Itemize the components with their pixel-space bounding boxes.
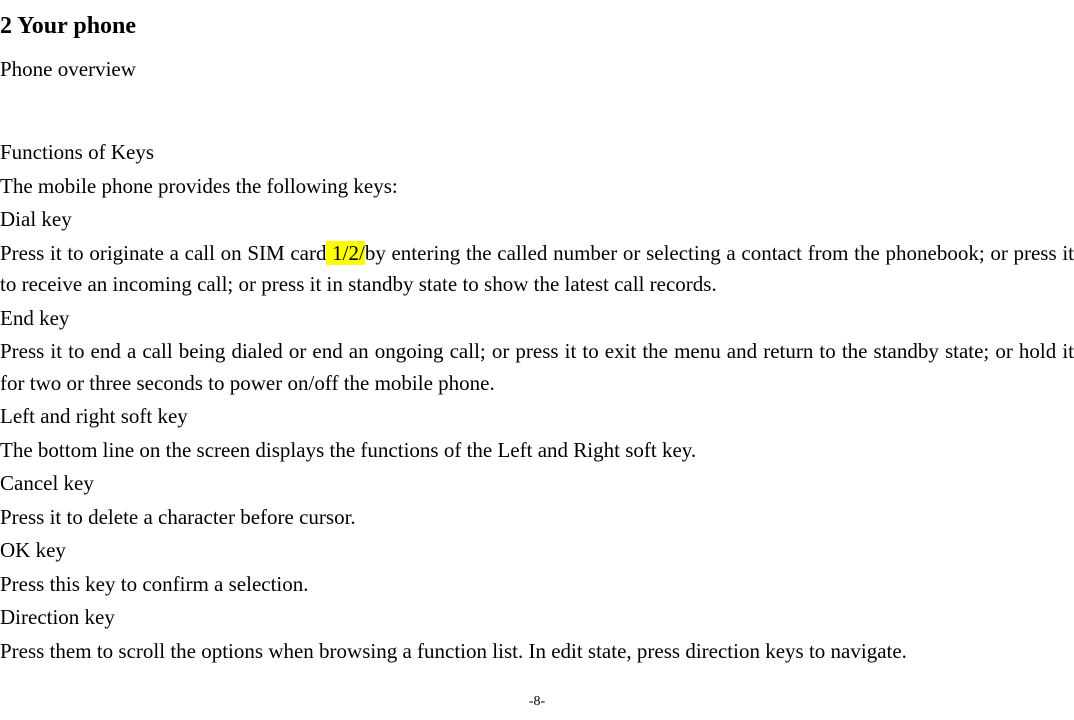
functions-heading: Functions of Keys xyxy=(0,137,1074,169)
direction-key-desc: Press them to scroll the options when br… xyxy=(0,636,1074,668)
cancel-key-desc: Press it to delete a character before cu… xyxy=(0,502,1074,534)
section-title: Phone overview xyxy=(0,54,1074,86)
dial-key-title: Dial key xyxy=(0,204,1074,236)
cancel-key-title: Cancel key xyxy=(0,468,1074,500)
page-number: -8- xyxy=(529,691,545,712)
dial-key-desc: Press it to originate a call on SIM card… xyxy=(0,238,1074,301)
softkey-title: Left and right soft key xyxy=(0,401,1074,433)
dial-desc-before: Press it to originate a call on SIM card xyxy=(0,241,326,265)
sim-highlight: 1/2/ xyxy=(326,241,364,265)
intro-text: The mobile phone provides the following … xyxy=(0,171,1074,203)
softkey-desc: The bottom line on the screen displays t… xyxy=(0,435,1074,467)
end-key-title: End key xyxy=(0,303,1074,335)
chapter-heading: 2 Your phone xyxy=(0,8,1074,44)
end-key-desc: Press it to end a call being dialed or e… xyxy=(0,336,1074,399)
ok-key-desc: Press this key to confirm a selection. xyxy=(0,569,1074,601)
page-content: 2 Your phone Phone overview Functions of… xyxy=(0,8,1074,667)
ok-key-title: OK key xyxy=(0,535,1074,567)
direction-key-title: Direction key xyxy=(0,602,1074,634)
